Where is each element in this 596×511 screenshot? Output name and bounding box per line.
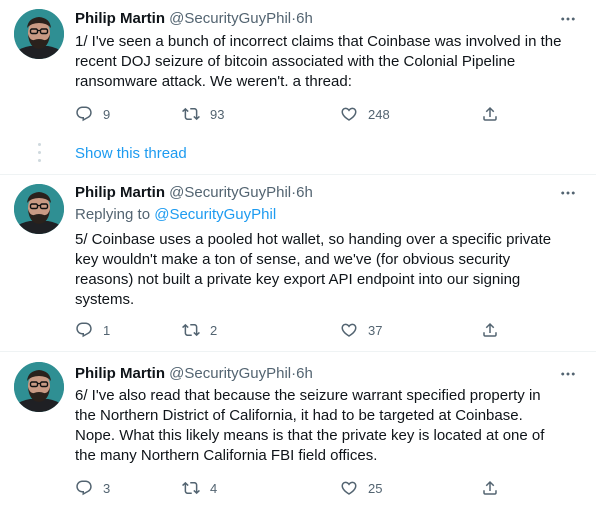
retweet-count: 93 [210, 106, 225, 122]
tweet-text-line: 6/ I've also read that because the seizu… [75, 387, 541, 404]
author-handle[interactable]: @SecurityGuyPhil [169, 184, 291, 201]
author-handle[interactable]: @SecurityGuyPhil [169, 10, 291, 27]
author-name[interactable]: Philip Martin [75, 365, 165, 382]
tweet-text: 5/ Coinbase uses a pooled hot wallet, so… [75, 230, 580, 310]
timestamp[interactable]: 6h [296, 365, 313, 382]
thread-dot [38, 151, 41, 154]
tweet-text-line: the Northern District of California, it … [75, 407, 523, 424]
show-thread-link[interactable]: Show this thread [75, 144, 187, 164]
reply-count: 9 [103, 106, 111, 122]
tweet-text-line: 1/ I've seen a bunch of incorrect claims… [75, 33, 562, 50]
more-horizontal-icon[interactable] [558, 183, 578, 203]
timestamp[interactable]: 6h [296, 184, 313, 201]
avatar[interactable] [14, 9, 64, 59]
tweet-actions: 1 2 37 [75, 320, 505, 340]
tweet-actions: 3 4 25 [75, 478, 505, 498]
timestamp[interactable]: 6h [296, 10, 313, 27]
tweet-text-line: 5/ Coinbase uses a pooled hot wallet, so… [75, 231, 552, 248]
tweet-actions: 9 93 248 [75, 104, 505, 124]
like-button[interactable]: 37 [340, 320, 382, 340]
reply-button[interactable]: 9 [75, 104, 110, 124]
reply-button[interactable]: 3 [75, 478, 110, 498]
like-count: 25 [368, 480, 383, 496]
reply-bubble-icon [75, 321, 93, 339]
thread-dot [38, 159, 41, 162]
reply-count: 3 [103, 480, 111, 496]
reply-button[interactable]: 1 [75, 320, 110, 340]
tweet-text-line: key wouldn't make a ton of sense, and we… [75, 251, 511, 268]
more-horizontal-icon[interactable] [558, 9, 578, 29]
reply-count: 1 [103, 322, 111, 338]
tweet-3[interactable]: Philip Martin @SecurityGuyPhil·6h 6/ I'v… [0, 352, 596, 511]
avatar[interactable] [14, 184, 64, 234]
tweet-header: Philip Martin @SecurityGuyPhil·6h [75, 364, 313, 384]
retweet-icon [182, 321, 200, 339]
heart-icon [340, 321, 358, 339]
share-button[interactable] [481, 320, 509, 340]
tweet-1[interactable]: Philip Martin @SecurityGuyPhil·6h 1/ I'v… [0, 0, 596, 140]
share-button[interactable] [481, 478, 509, 498]
retweet-button[interactable]: 4 [182, 478, 217, 498]
tweet-text-line: recent DOJ seizure of bitcoin associated… [75, 53, 516, 70]
share-upload-icon [481, 479, 499, 497]
tweet-text-line: reasons) not built a private key export … [75, 271, 521, 288]
reply-bubble-icon [75, 479, 93, 497]
author-handle[interactable]: @SecurityGuyPhil [169, 365, 291, 382]
share-button[interactable] [481, 104, 509, 124]
tweet-header: Philip Martin @SecurityGuyPhil·6h [75, 183, 313, 203]
retweet-count: 2 [210, 322, 218, 338]
retweet-button[interactable]: 2 [182, 320, 217, 340]
like-count: 248 [368, 106, 390, 122]
tweet-text-line: ransomware attack. We weren't. a thread: [75, 73, 352, 90]
tweet-text: 1/ I've seen a bunch of incorrect claims… [75, 32, 580, 92]
like-button[interactable]: 248 [340, 104, 390, 124]
reply-bubble-icon [75, 105, 93, 123]
tweet-text-line: systems. [75, 291, 135, 308]
retweet-button[interactable]: 93 [182, 104, 224, 124]
retweet-icon [182, 105, 200, 123]
replying-to: Replying to @SecurityGuyPhil [75, 205, 276, 225]
share-upload-icon [481, 105, 499, 123]
tweet-text-line: Nope. What this likely means is that the… [75, 427, 545, 444]
replying-to-handle[interactable]: @SecurityGuyPhil [154, 206, 276, 223]
more-horizontal-icon[interactable] [558, 364, 578, 384]
avatar[interactable] [14, 362, 64, 412]
heart-icon [340, 479, 358, 497]
tweet-2[interactable]: Philip Martin @SecurityGuyPhil·6h Replyi… [0, 175, 596, 345]
retweet-icon [182, 479, 200, 497]
replying-to-label: Replying to [75, 206, 151, 223]
author-name[interactable]: Philip Martin [75, 184, 165, 201]
like-button[interactable]: 25 [340, 478, 382, 498]
tweet-header: Philip Martin @SecurityGuyPhil·6h [75, 9, 313, 29]
retweet-count: 4 [210, 480, 218, 496]
like-count: 37 [368, 322, 383, 338]
share-upload-icon [481, 321, 499, 339]
tweet-text: 6/ I've also read that because the seizu… [75, 386, 580, 466]
tweet-text-line: the many Northern California FBI field o… [75, 447, 378, 464]
thread-dot [38, 143, 41, 146]
heart-icon [340, 105, 358, 123]
author-name[interactable]: Philip Martin [75, 10, 165, 27]
